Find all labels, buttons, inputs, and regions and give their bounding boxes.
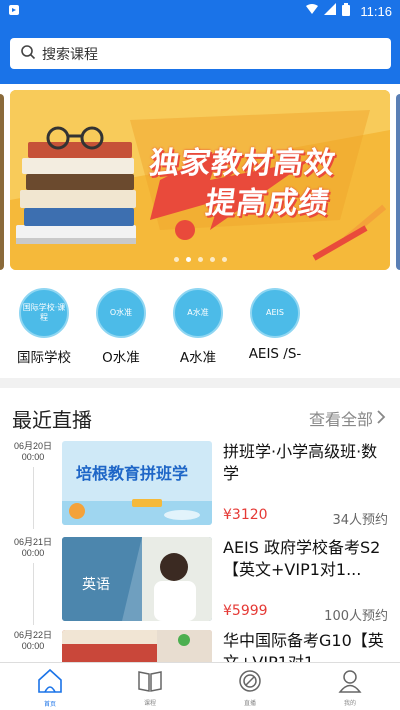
live-date: 06月22日 00:00 xyxy=(8,630,58,652)
category-a-level[interactable]: A水准 A水准 xyxy=(158,288,238,366)
live-price: ¥5999 xyxy=(223,603,268,619)
live-date-day: 06月22日 xyxy=(13,630,53,640)
nav-label: 首页 xyxy=(43,700,56,708)
live-icon xyxy=(238,669,262,697)
nav-home[interactable]: 首页 xyxy=(0,663,100,710)
carousel-dot-active xyxy=(185,257,191,262)
banner-subheadline: 提高成绩 xyxy=(203,186,332,221)
wifi-icon xyxy=(306,3,319,19)
live-date-time: 00:00 xyxy=(21,452,45,462)
banner-headline: 独家教材高效 xyxy=(147,146,338,181)
notification-icon xyxy=(8,4,20,20)
category-label: AEIS /S- xyxy=(248,346,302,362)
live-booked-count: 100人预约 xyxy=(324,609,388,624)
nav-live[interactable]: 直播 xyxy=(200,663,300,710)
carousel-dot xyxy=(209,257,215,262)
carousel-dot xyxy=(221,257,227,262)
category-badge-icon: AEIS xyxy=(250,288,300,338)
carousel-dot xyxy=(173,257,179,262)
live-date-time: 00:00 xyxy=(21,548,45,558)
category-o-level[interactable]: O水准 O水准 xyxy=(81,288,161,366)
live-date: 06月20日 00:00 xyxy=(8,441,58,463)
carousel-indicator xyxy=(10,257,390,262)
nav-profile[interactable]: 我的 xyxy=(300,663,400,710)
search-icon xyxy=(20,44,36,64)
live-date-day: 06月21日 xyxy=(13,537,53,547)
clock: 11:16 xyxy=(360,3,392,19)
home-icon xyxy=(37,668,63,698)
category-row: 国际学校·课程 国际学校 O水准 O水准 A水准 A水准 AEIS AEIS /… xyxy=(0,288,400,372)
thumbnail-title: 培根教育拼班学 xyxy=(76,464,188,483)
search-placeholder: 搜索课程 xyxy=(42,46,98,63)
bottom-navigation: 首页 课程 直播 我的 xyxy=(0,662,400,710)
banner-carousel[interactable]: 独家教材高效 提高成绩 xyxy=(0,84,400,280)
nav-courses[interactable]: 课程 xyxy=(100,663,200,710)
banner-next-slide xyxy=(396,94,400,270)
live-price: ¥3120 xyxy=(223,507,268,523)
book-icon xyxy=(137,669,163,697)
live-thumbnail: 培根教育拼班学 xyxy=(62,441,212,525)
see-all-link[interactable]: 查看全部 xyxy=(309,406,386,430)
banner-prev-slide xyxy=(0,94,4,270)
live-date: 06月21日 00:00 xyxy=(8,537,58,559)
user-icon xyxy=(338,669,362,697)
category-aeis[interactable]: AEIS AEIS /S- xyxy=(235,288,315,362)
category-badge-icon: 国际学校·课程 xyxy=(19,288,69,338)
category-badge-icon: O水准 xyxy=(96,288,146,338)
live-thumbnail: 英语 xyxy=(62,537,212,621)
signal-icon xyxy=(324,3,337,19)
category-international-school[interactable]: 国际学校·课程 国际学校 xyxy=(4,288,84,366)
banner-slide[interactable]: 独家教材高效 提高成绩 xyxy=(10,90,390,270)
timeline-line xyxy=(33,467,34,529)
category-label: 国际学校 xyxy=(17,350,71,366)
battery-icon xyxy=(342,2,351,20)
nav-label: 我的 xyxy=(343,699,356,707)
section-title: 最近直播 xyxy=(12,408,92,432)
section-divider xyxy=(0,378,400,388)
timeline-line xyxy=(33,563,34,625)
carousel-dot xyxy=(197,257,203,262)
nav-label: 直播 xyxy=(243,699,256,707)
live-title: AEIS 政府学校备考S2【英文+VIP1对1... xyxy=(223,538,381,579)
live-item[interactable]: 06月21日 00:00 英语 AEIS 政府学校备考S2【英文+VIP1对1.… xyxy=(0,537,400,633)
search-input[interactable]: 搜索课程 xyxy=(10,38,391,69)
live-date-time: 00:00 xyxy=(21,641,45,651)
category-badge-icon: A水准 xyxy=(173,288,223,338)
live-item[interactable]: 06月20日 00:00 培根教育拼班学 拼班学·小学高级班·数学 ¥3120 … xyxy=(0,441,400,537)
status-bar: 11:16 xyxy=(0,0,400,22)
live-date-day: 06月20日 xyxy=(13,441,53,451)
nav-label: 课程 xyxy=(143,699,156,707)
header: 11:16 搜索课程 xyxy=(0,0,400,84)
chevron-right-icon xyxy=(377,409,386,428)
live-title: 拼班学·小学高级班·数学 xyxy=(223,442,378,483)
see-all-label: 查看全部 xyxy=(308,410,373,429)
category-label: A水准 xyxy=(179,350,217,366)
live-booked-count: 34人预约 xyxy=(332,513,388,528)
thumbnail-title: 英语 xyxy=(82,576,110,593)
category-label: O水准 xyxy=(102,350,140,366)
